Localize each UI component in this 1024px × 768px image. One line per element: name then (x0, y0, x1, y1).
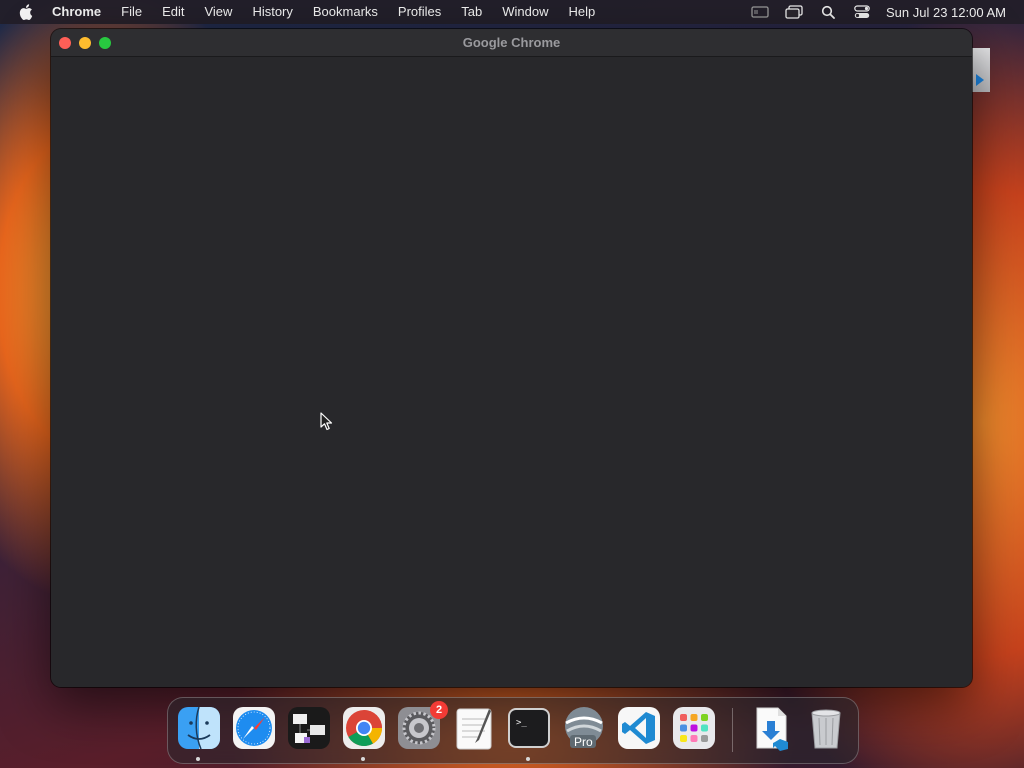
dock-trash-icon[interactable] (803, 705, 849, 751)
dock-downloads-folder-icon[interactable] (748, 705, 794, 751)
menu-window[interactable]: Window (492, 0, 558, 24)
dock-running-indicator (526, 757, 530, 761)
menu-profiles[interactable]: Profiles (388, 0, 451, 24)
menu-clock[interactable]: Sun Jul 23 12:00 AM (886, 5, 1006, 20)
dock-launchpad-icon[interactable] (671, 705, 717, 751)
menu-edit[interactable]: Edit (152, 0, 194, 24)
spotlight-search-icon[interactable] (818, 4, 838, 20)
dock-google-earth-pro-icon[interactable]: Pro (561, 705, 607, 751)
dock-textedit-icon[interactable] (451, 705, 497, 751)
dock-visual-studio-code-icon[interactable] (616, 705, 662, 751)
dock-safari-icon[interactable] (231, 705, 277, 751)
dock-separator (732, 708, 733, 752)
menu-help[interactable]: Help (559, 0, 606, 24)
dock-terminal-icon[interactable]: >_ (506, 705, 552, 751)
dock-google-chrome-icon[interactable] (341, 705, 387, 751)
window-titlebar[interactable]: Google Chrome (51, 29, 972, 57)
control-center-icon[interactable] (852, 4, 872, 20)
dock: 2 >_ Pro (167, 697, 859, 764)
window-content-area[interactable] (51, 57, 972, 687)
menu-bookmarks[interactable]: Bookmarks (303, 0, 388, 24)
mouse-cursor-icon (320, 412, 334, 432)
window-switch-icon[interactable] (784, 4, 804, 20)
svg-text:>_: >_ (516, 718, 527, 728)
menu-history[interactable]: History (242, 0, 302, 24)
apple-menu-icon[interactable] (18, 4, 34, 20)
menu-bar: Chrome File Edit View History Bookmarks … (0, 0, 1024, 24)
dock-running-indicator (196, 757, 200, 761)
chrome-window: Google Chrome (51, 29, 972, 687)
window-title: Google Chrome (462, 35, 561, 50)
menu-tab[interactable]: Tab (451, 0, 492, 24)
dock-label-pro: Pro (574, 735, 593, 749)
dock-running-indicator (361, 757, 365, 761)
dock-finder-icon[interactable] (176, 705, 222, 751)
dock-system-settings-icon[interactable]: 2 (396, 701, 448, 751)
notification-badge: 2 (430, 701, 448, 719)
screen-mirroring-icon[interactable] (750, 4, 770, 20)
menu-file[interactable]: File (111, 0, 152, 24)
menu-view[interactable]: View (194, 0, 242, 24)
dock-flowchart-app-icon[interactable] (286, 705, 332, 751)
menu-app-name[interactable]: Chrome (52, 0, 111, 24)
status-area: Sun Jul 23 12:00 AM (750, 0, 1006, 24)
